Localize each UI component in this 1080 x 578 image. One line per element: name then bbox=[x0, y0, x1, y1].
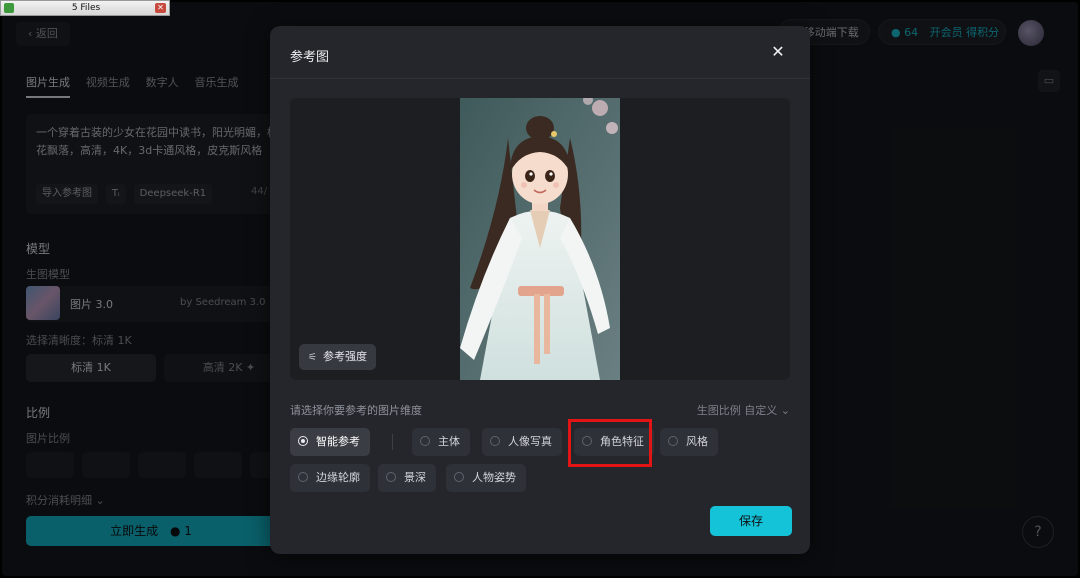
modal-title: 参考图 bbox=[290, 50, 330, 65]
option-style[interactable]: 风格 bbox=[660, 428, 718, 456]
app-window: ‹ 返回 ⇩ 移动端下载 ● 64 开会员 得积分 ▭ 图片生成 视频生成 数字… bbox=[2, 2, 1078, 576]
option-depth[interactable]: 景深 bbox=[378, 464, 436, 492]
ratio-dropdown-label: 生图比例 自定义 bbox=[696, 404, 778, 417]
option-separator bbox=[392, 434, 393, 450]
option-subject[interactable]: 主体 bbox=[412, 428, 470, 456]
window-title: 5 Files bbox=[71, 3, 101, 13]
strength-label: 参考强度 bbox=[322, 350, 367, 363]
radio-icon bbox=[298, 472, 308, 482]
close-icon[interactable]: ✕ bbox=[768, 42, 788, 62]
chevron-down-icon: ⌄ bbox=[780, 404, 790, 417]
annotation-highlight-box bbox=[568, 419, 652, 467]
option-smart-reference[interactable]: 智能参考 bbox=[290, 428, 370, 456]
reference-image bbox=[460, 98, 620, 380]
radio-icon bbox=[490, 436, 500, 446]
window-titlebar: 5 Files ✕ bbox=[0, 0, 170, 16]
radio-icon bbox=[420, 436, 430, 446]
ratio-dropdown[interactable]: 生图比例 自定义 ⌄ bbox=[697, 402, 790, 418]
option-pose[interactable]: 人物姿势 bbox=[446, 464, 526, 492]
sliders-icon: ⚟ bbox=[308, 352, 317, 363]
reference-strength-button[interactable]: ⚟ 参考强度 bbox=[299, 344, 376, 370]
window-close-button[interactable]: ✕ bbox=[155, 3, 166, 13]
reference-preview: ⚟ 参考强度 bbox=[290, 98, 790, 380]
option-portrait[interactable]: 人像写真 bbox=[482, 428, 562, 456]
option-label: 风格 bbox=[686, 435, 708, 448]
radio-icon bbox=[298, 436, 308, 446]
option-label: 边缘轮廓 bbox=[316, 471, 360, 484]
option-label: 景深 bbox=[404, 471, 426, 484]
reference-image-modal: 参考图 ✕ ⚟ 参考强度 请选择你要参考的图片维度 生图比例 自定义 ⌄ 智能参… bbox=[270, 26, 810, 554]
radio-icon bbox=[454, 472, 464, 482]
dimension-prompt: 请选择你要参考的图片维度 bbox=[290, 404, 422, 417]
option-label: 人物姿势 bbox=[472, 471, 516, 484]
radio-icon bbox=[668, 436, 678, 446]
radio-icon bbox=[386, 472, 396, 482]
option-label: 智能参考 bbox=[316, 435, 360, 448]
modal-divider bbox=[270, 78, 810, 79]
option-edge-contour[interactable]: 边缘轮廓 bbox=[290, 464, 370, 492]
option-label: 人像写真 bbox=[508, 435, 552, 448]
save-button[interactable]: 保存 bbox=[710, 506, 792, 536]
option-label: 主体 bbox=[438, 435, 460, 448]
